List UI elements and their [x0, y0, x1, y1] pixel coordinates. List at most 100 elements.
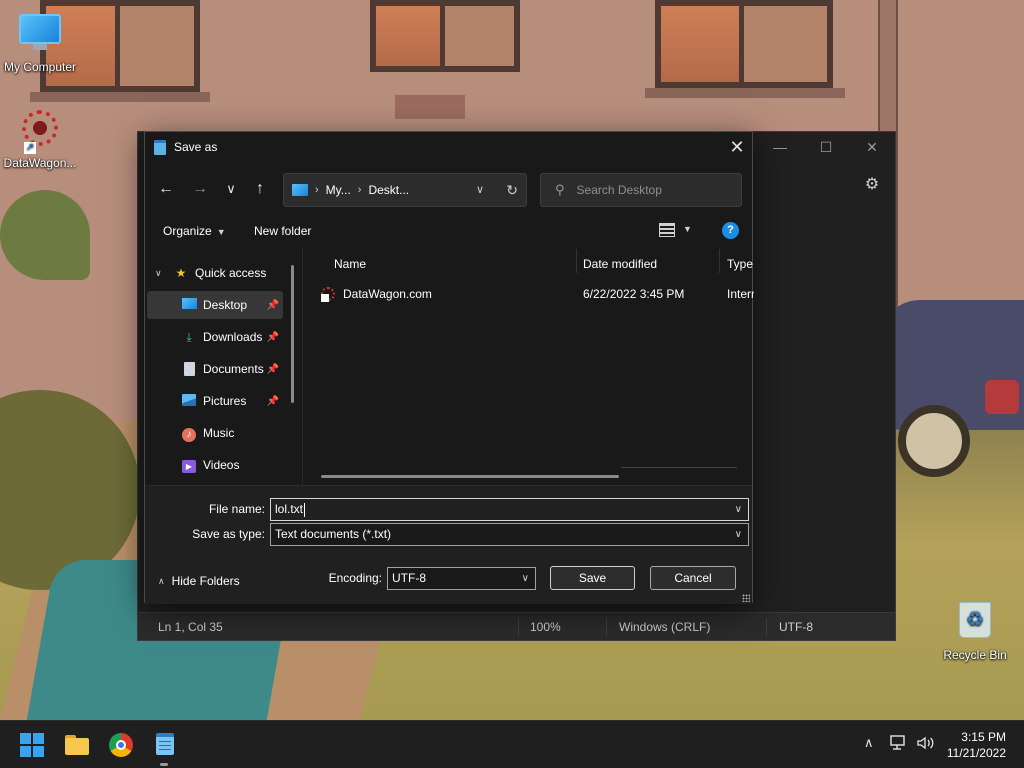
search-placeholder: Search Desktop [576, 183, 662, 197]
chrome-icon[interactable] [105, 729, 137, 761]
wallpaper-leaf [0, 190, 90, 280]
new-folder-button[interactable]: New folder [254, 224, 311, 238]
caret-down-icon: ▼ [216, 227, 226, 237]
dialog-title-bar[interactable]: Save as [145, 132, 752, 162]
videos-icon: ▶ [181, 458, 197, 473]
file-type: Intern [727, 287, 754, 301]
notepad-icon [154, 139, 166, 155]
chevron-down-icon[interactable]: ∨ [155, 268, 165, 279]
chevron-right-icon: › [315, 184, 319, 196]
save-options-area: File name: lol.txt ∨ Save as type: Text … [145, 485, 752, 604]
chevron-down-icon[interactable]: ∨ [735, 499, 742, 520]
nav-item-music[interactable]: ♪ Music [147, 419, 283, 447]
minimize-button[interactable]: — [757, 132, 803, 162]
nav-item-label: Documents [203, 362, 264, 376]
organize-button[interactable]: Organize ▼ [163, 224, 226, 238]
caret-down-icon[interactable]: ▼ [683, 224, 692, 234]
taskbar-clock[interactable]: 3:15 PM 11/21/2022 [947, 729, 1006, 761]
zoom-level: 100% [530, 620, 561, 634]
horizontal-scrollbar[interactable] [321, 475, 619, 478]
wallpaper-window [655, 0, 833, 88]
search-input[interactable]: ⚲ Search Desktop [540, 173, 742, 207]
save-type-value: Text documents (*.txt) [275, 527, 392, 541]
column-separator[interactable] [576, 249, 577, 273]
organize-label: Organize [163, 224, 212, 238]
chevron-down-icon[interactable]: ∨ [476, 183, 484, 196]
wallpaper-sill [645, 88, 845, 98]
column-header-type[interactable]: Type [727, 253, 753, 275]
up-button[interactable]: ↑ [249, 178, 271, 200]
breadcrumb-item[interactable]: My... [326, 183, 351, 197]
sort-ascending-icon: ⌃ [447, 249, 455, 254]
nav-item-label: Videos [203, 458, 240, 472]
navigation-pane: ∨ ★ Quick access Desktop 📌 ⤓ Downloads 📌… [145, 249, 295, 485]
desktop-icon-label: DataWagon... [3, 156, 77, 170]
nav-item-downloads[interactable]: ⤓ Downloads 📌 [147, 323, 283, 351]
file-date: 6/22/2022 3:45 PM [583, 287, 685, 301]
close-button[interactable]: ✕ [849, 132, 895, 162]
computer-icon [292, 184, 308, 196]
wallpaper-sill [30, 92, 210, 102]
save-type-select[interactable]: Text documents (*.txt) ∨ [270, 523, 749, 546]
recent-locations-button[interactable]: ∨ [220, 178, 242, 200]
nav-item-desktop[interactable]: Desktop 📌 [147, 291, 283, 319]
music-icon: ♪ [181, 426, 197, 442]
desktop-icon-label: My Computer [3, 60, 77, 74]
file-name: DataWagon.com [343, 287, 432, 301]
start-icon[interactable] [16, 729, 48, 761]
show-hidden-icons-button[interactable]: ∧ [864, 735, 874, 751]
refresh-icon[interactable]: ↻ [506, 182, 518, 199]
clock-time: 3:15 PM [961, 730, 1006, 744]
hide-folders-label: Hide Folders [171, 574, 240, 588]
encoding-select[interactable]: UTF-8 ∨ [387, 567, 536, 590]
clock-date: 11/21/2022 [946, 746, 1006, 760]
resize-grip-icon[interactable] [742, 594, 750, 602]
desktop-icon-recycle-bin[interactable]: ♻ Recycle Bin [935, 598, 1015, 662]
save-as-dialog: Save as ✕ ← → ∨ ↑ › My... › Deskt... ∨ ↻… [144, 131, 754, 604]
pin-icon[interactable]: 📌 [267, 332, 279, 343]
address-bar[interactable]: › My... › Deskt... ∨ ↻ [283, 173, 527, 207]
file-explorer-icon[interactable] [61, 729, 93, 761]
desktop-icon-label: Recycle Bin [943, 648, 1007, 662]
column-header-date-modified[interactable]: Date modified [583, 253, 657, 275]
close-button[interactable]: ✕ [722, 132, 752, 162]
maximize-button[interactable]: ☐ [803, 132, 849, 162]
encoding-value: UTF-8 [392, 571, 426, 585]
column-separator[interactable] [719, 249, 720, 273]
desktop-icon-datawagon[interactable]: ↗ DataWagon... [0, 106, 80, 170]
encoding-status: UTF-8 [779, 620, 813, 634]
file-name-input[interactable]: lol.txt ∨ [270, 498, 749, 521]
file-row[interactable]: DataWagon.com 6/22/2022 3:45 PM Intern [303, 283, 754, 305]
nav-item-quick-access[interactable]: ∨ ★ Quick access [147, 259, 283, 287]
hide-folders-button[interactable]: ∧ Hide Folders [158, 574, 240, 588]
gear-icon[interactable]: ⚙ [863, 176, 881, 194]
desktop-icon [181, 298, 197, 312]
pin-icon[interactable]: 📌 [267, 300, 279, 311]
save-type-label: Save as type: [192, 527, 265, 541]
scrollbar-track [621, 467, 737, 468]
network-icon[interactable] [890, 735, 908, 754]
view-options-icon[interactable] [659, 223, 675, 237]
nav-pane-scrollbar[interactable] [291, 265, 294, 403]
volume-icon[interactable] [916, 735, 936, 754]
line-ending: Windows (CRLF) [619, 620, 711, 634]
help-icon[interactable]: ? [722, 222, 739, 239]
nav-item-label: Downloads [203, 330, 263, 344]
save-button[interactable]: Save [550, 566, 635, 590]
pin-icon[interactable]: 📌 [267, 364, 279, 375]
notepad-icon[interactable] [149, 729, 181, 761]
cancel-button[interactable]: Cancel [650, 566, 736, 590]
desktop-icon-my-computer[interactable]: My Computer [0, 8, 80, 74]
back-button[interactable]: ← [155, 178, 177, 200]
pin-icon[interactable]: 📌 [267, 396, 279, 407]
nav-item-videos[interactable]: ▶ Videos [147, 451, 283, 479]
chevron-up-icon: ∧ [158, 575, 165, 586]
wallpaper-car-light [985, 380, 1019, 414]
documents-icon [181, 362, 197, 376]
forward-button[interactable]: → [189, 178, 211, 200]
nav-item-pictures[interactable]: Pictures 📌 [147, 387, 283, 415]
nav-item-documents[interactable]: Documents 📌 [147, 355, 283, 383]
column-header-name[interactable]: Name [334, 253, 366, 275]
cursor-position: Ln 1, Col 35 [158, 620, 223, 634]
breadcrumb-item[interactable]: Deskt... [368, 183, 409, 197]
